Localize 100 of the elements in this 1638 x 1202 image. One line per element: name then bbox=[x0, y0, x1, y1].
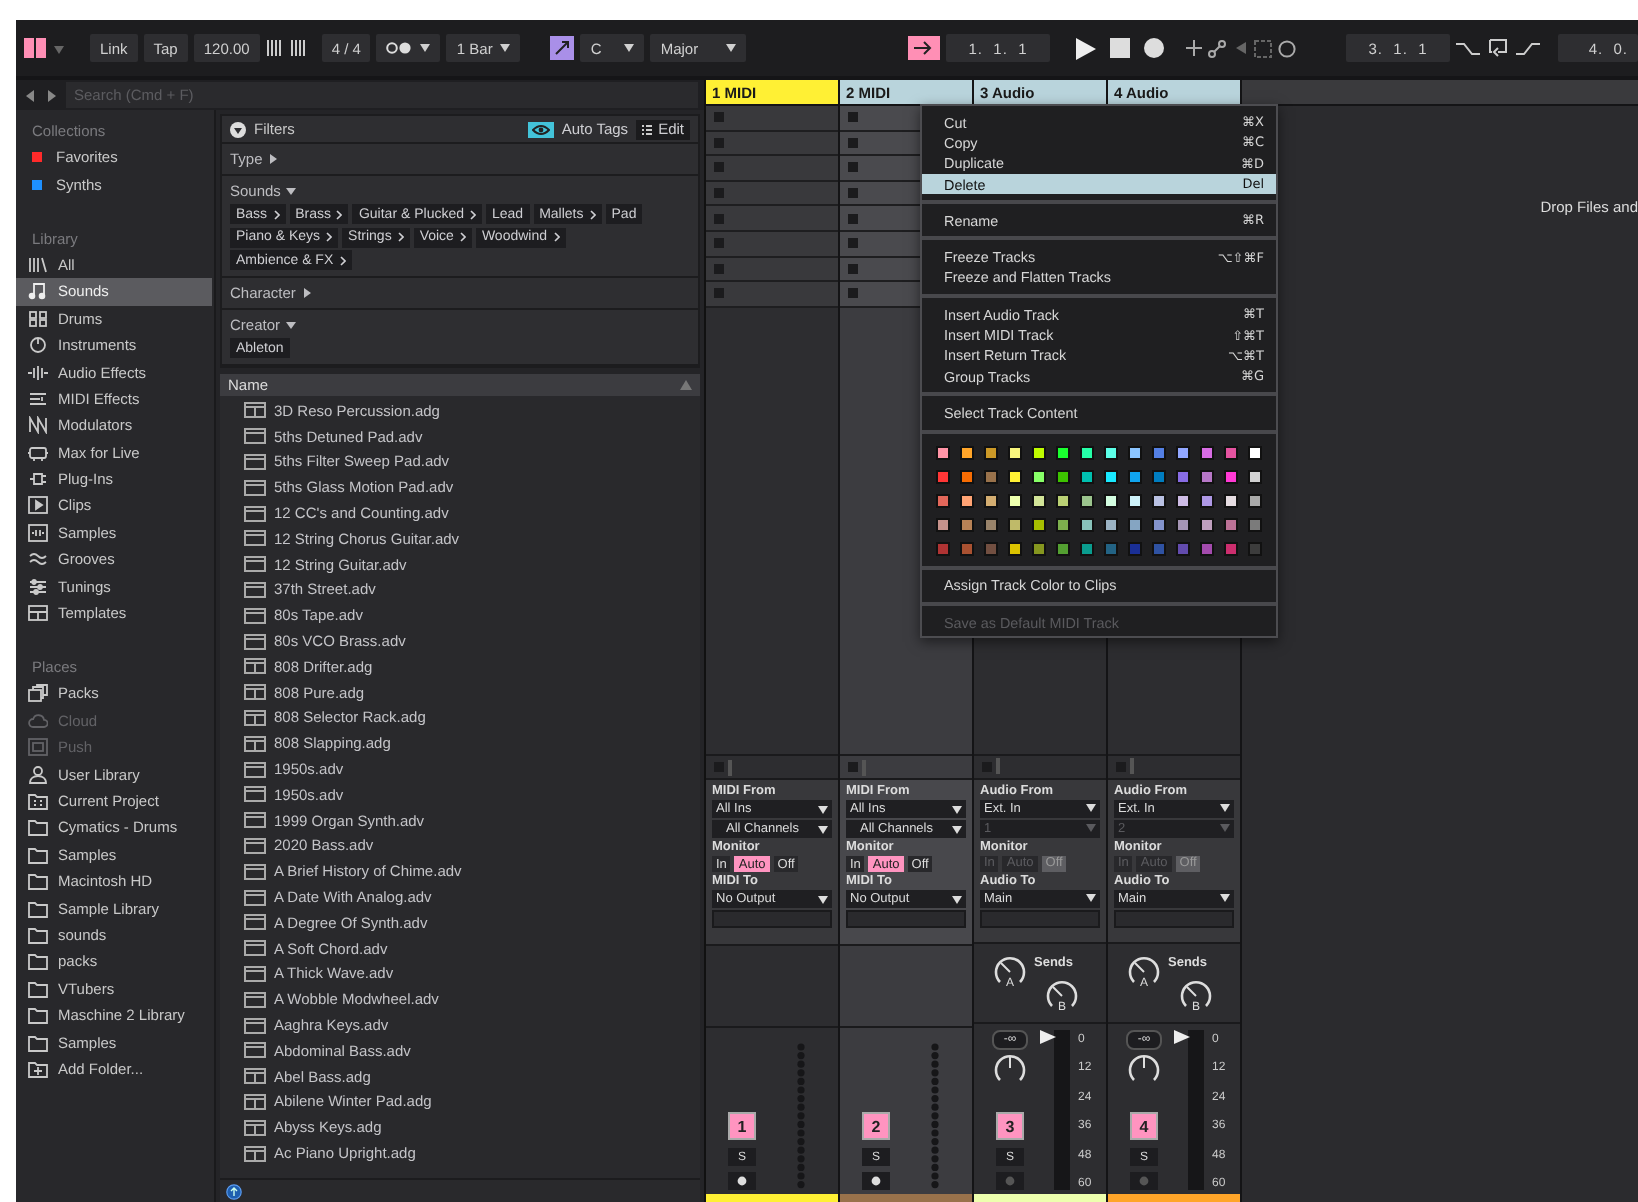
output-channel-field[interactable] bbox=[712, 910, 832, 928]
track-activator-button[interactable]: 2 bbox=[862, 1112, 890, 1140]
output-channel-field[interactable] bbox=[846, 910, 966, 928]
color-swatch[interactable] bbox=[936, 493, 950, 508]
color-swatch[interactable] bbox=[1224, 469, 1238, 484]
record-icon[interactable] bbox=[1144, 38, 1164, 58]
color-swatch[interactable] bbox=[1200, 445, 1214, 460]
color-swatch[interactable] bbox=[960, 541, 974, 556]
play-icon[interactable] bbox=[1076, 37, 1096, 59]
color-swatch[interactable] bbox=[1152, 493, 1166, 508]
collapse-icon[interactable] bbox=[230, 121, 246, 137]
metronome-button[interactable] bbox=[376, 34, 441, 62]
color-swatch[interactable] bbox=[1008, 469, 1022, 484]
color-swatch[interactable] bbox=[1224, 493, 1238, 508]
color-swatch[interactable] bbox=[960, 469, 974, 484]
color-swatch[interactable] bbox=[1056, 469, 1070, 484]
track-activator-button[interactable]: 1 bbox=[728, 1112, 756, 1140]
track-activator-button[interactable]: 3 bbox=[996, 1112, 1024, 1141]
color-swatch[interactable] bbox=[960, 445, 974, 460]
color-swatch[interactable] bbox=[1104, 541, 1118, 556]
send-knob[interactable] bbox=[1180, 979, 1212, 1012]
color-swatch[interactable] bbox=[1176, 517, 1190, 532]
color-swatch[interactable] bbox=[1176, 469, 1190, 484]
color-swatch[interactable] bbox=[1248, 445, 1262, 460]
forward-icon[interactable] bbox=[44, 85, 60, 105]
color-swatch[interactable] bbox=[1176, 445, 1190, 460]
color-swatch[interactable] bbox=[1152, 517, 1166, 532]
color-swatch[interactable] bbox=[984, 517, 998, 532]
color-swatch[interactable] bbox=[1152, 469, 1166, 484]
clip-slot[interactable] bbox=[706, 257, 838, 283]
color-swatch[interactable] bbox=[1200, 517, 1214, 532]
fader-thumb[interactable] bbox=[1174, 1030, 1190, 1045]
color-swatch[interactable] bbox=[1248, 517, 1262, 532]
color-swatch[interactable] bbox=[1056, 517, 1070, 532]
color-swatch[interactable] bbox=[1008, 493, 1022, 508]
capture-icon[interactable] bbox=[1254, 39, 1272, 57]
send-knob[interactable] bbox=[1128, 955, 1160, 988]
view-toggle-icon[interactable] bbox=[24, 38, 48, 58]
clip-slot[interactable] bbox=[706, 206, 838, 232]
punch-in-icon[interactable] bbox=[1456, 39, 1480, 57]
send-knob[interactable] bbox=[994, 955, 1026, 988]
output-channel-field[interactable] bbox=[980, 909, 1100, 928]
loop-icon[interactable] bbox=[1486, 38, 1510, 58]
color-swatch[interactable] bbox=[960, 517, 974, 532]
color-swatch[interactable] bbox=[1176, 541, 1190, 556]
punch-out-icon[interactable] bbox=[1516, 39, 1540, 57]
clip-slot[interactable] bbox=[706, 131, 838, 157]
color-swatch[interactable] bbox=[1200, 493, 1214, 508]
color-swatch[interactable] bbox=[1080, 469, 1094, 484]
color-swatch[interactable] bbox=[1008, 541, 1022, 556]
sort-icon[interactable] bbox=[680, 380, 692, 390]
key-icon[interactable] bbox=[550, 36, 575, 60]
color-swatch[interactable] bbox=[1176, 493, 1190, 508]
color-swatch[interactable] bbox=[1224, 541, 1238, 556]
color-swatch[interactable] bbox=[1152, 445, 1166, 460]
color-swatch[interactable] bbox=[984, 469, 998, 484]
overdub-icon[interactable] bbox=[1186, 40, 1202, 56]
color-swatch[interactable] bbox=[1032, 541, 1046, 556]
color-swatch[interactable] bbox=[984, 493, 998, 508]
automation-icon[interactable] bbox=[1208, 39, 1226, 57]
color-swatch[interactable] bbox=[1080, 445, 1094, 460]
color-swatch[interactable] bbox=[1224, 517, 1238, 532]
color-swatch[interactable] bbox=[936, 445, 950, 460]
clip-slot[interactable] bbox=[706, 181, 838, 207]
color-swatch[interactable] bbox=[984, 541, 998, 556]
color-swatch[interactable] bbox=[1104, 517, 1118, 532]
color-swatch[interactable] bbox=[1056, 541, 1070, 556]
color-swatch[interactable] bbox=[1080, 541, 1094, 556]
color-swatch[interactable] bbox=[936, 517, 950, 532]
clip-slot[interactable] bbox=[706, 282, 838, 308]
clip-slot[interactable] bbox=[706, 156, 838, 182]
color-swatch[interactable] bbox=[960, 493, 974, 508]
color-swatch[interactable] bbox=[1200, 469, 1214, 484]
output-channel-field[interactable] bbox=[1114, 909, 1234, 928]
nudge-icon[interactable] bbox=[265, 40, 310, 56]
clip-slot[interactable] bbox=[706, 231, 838, 258]
color-swatch[interactable] bbox=[1248, 541, 1262, 556]
color-swatch[interactable] bbox=[1128, 493, 1142, 508]
track-activator-button[interactable]: 4 bbox=[1130, 1112, 1158, 1141]
color-swatch[interactable] bbox=[1224, 445, 1238, 460]
color-swatch[interactable] bbox=[1032, 445, 1046, 460]
clip-slot[interactable] bbox=[706, 106, 838, 132]
color-swatch[interactable] bbox=[1248, 469, 1262, 484]
color-swatch[interactable] bbox=[1248, 493, 1262, 508]
color-swatch[interactable] bbox=[1008, 517, 1022, 532]
hotswap-icon[interactable] bbox=[226, 1183, 242, 1199]
color-swatch[interactable] bbox=[1128, 469, 1142, 484]
record-arm-button[interactable] bbox=[728, 1172, 756, 1190]
record-arm-button[interactable] bbox=[862, 1172, 890, 1190]
color-swatch[interactable] bbox=[1104, 445, 1118, 460]
color-swatch[interactable] bbox=[1032, 469, 1046, 484]
arrangement-record-icon[interactable] bbox=[908, 36, 940, 60]
color-swatch[interactable] bbox=[1056, 493, 1070, 508]
color-swatch[interactable] bbox=[1128, 445, 1142, 460]
color-swatch[interactable] bbox=[1104, 469, 1118, 484]
color-swatch[interactable] bbox=[936, 469, 950, 484]
color-swatch[interactable] bbox=[1128, 517, 1142, 532]
back-icon[interactable] bbox=[22, 85, 38, 105]
color-swatch[interactable] bbox=[1152, 541, 1166, 556]
color-swatch[interactable] bbox=[1080, 493, 1094, 508]
